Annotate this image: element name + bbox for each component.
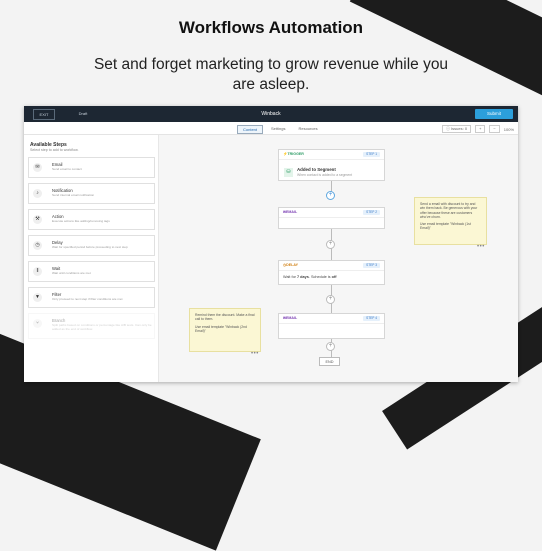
step-wait[interactable]: ‖ Wait Wait until conditions are met: [28, 261, 155, 282]
step-badge: STEP 2: [363, 210, 380, 215]
funnel-icon: ▼: [33, 293, 42, 302]
tab-content[interactable]: Content: [237, 125, 264, 134]
plus-icon: +: [479, 126, 482, 131]
add-step-button[interactable]: +: [326, 295, 335, 304]
step-desc: Split paths based on conditions or perce…: [52, 323, 152, 331]
tool-icon: ⚒: [33, 215, 42, 224]
zoom-level: 100%: [503, 126, 514, 132]
more-options-icon[interactable]: •••: [477, 244, 485, 250]
zoom-in-button[interactable]: +: [475, 125, 486, 133]
step-badge: STEP 4: [363, 316, 380, 321]
top-bar: EXIT Draft Winback Submit: [24, 106, 518, 122]
note-text: Remind them the discount. Make a final c…: [195, 313, 255, 322]
tab-resources[interactable]: Resources: [293, 125, 322, 134]
workflow-canvas[interactable]: ⚡TRIGGER STEP 1 ⛁ Added to Segment When …: [159, 135, 518, 382]
stopwatch-icon: ◷: [33, 241, 42, 250]
step-badge: STEP 3: [363, 263, 380, 268]
step-filter[interactable]: ▼ Filter Only proceed to next step if fi…: [28, 287, 155, 308]
delay-card[interactable]: ◷DELAY STEP 3 Wait for 7 days. Schedule …: [278, 260, 385, 285]
envelope-icon: ✉: [33, 163, 42, 172]
step-notification[interactable]: ♪ Notification Send internal email notif…: [28, 183, 155, 204]
branch-icon: ⑂: [33, 319, 42, 328]
step-desc: Send email to contact: [52, 167, 82, 171]
hero-subtitle: Set and forget marketing to grow revenue…: [93, 56, 449, 93]
tab-bar: Content Settings Resources ⓘ Issues: 0 +…: [24, 122, 518, 135]
zoom-out-button[interactable]: −: [489, 125, 500, 133]
more-options-icon[interactable]: •••: [251, 351, 259, 357]
minus-icon: −: [493, 126, 496, 131]
issues-button[interactable]: ⓘ Issues: 0: [441, 125, 472, 133]
submit-button[interactable]: Submit: [475, 109, 513, 119]
step-action[interactable]: ⚒ Action Execute actions like adding/rem…: [28, 209, 155, 230]
end-node: END: [319, 357, 340, 366]
canvas-tools: ⓘ Issues: 0 + − 100%: [441, 125, 514, 133]
add-step-button[interactable]: +: [326, 191, 335, 200]
hero-title: Workflows Automation: [178, 18, 364, 37]
note-text: Use email template "Winback (2nd Email)": [195, 324, 247, 333]
email-card-1[interactable]: ✉EMAIL STEP 2: [278, 207, 385, 229]
steps-sidebar: Available Steps Select step to add to wo…: [24, 135, 159, 382]
step-badge: STEP 1: [363, 152, 380, 157]
step-email[interactable]: ✉ Email Send email to contact: [28, 157, 155, 178]
issues-label: Issues: 0: [451, 126, 468, 131]
add-step-button[interactable]: +: [326, 342, 335, 351]
tab-settings[interactable]: Settings: [266, 125, 290, 134]
email-card-2[interactable]: ✉EMAIL STEP 4: [278, 313, 385, 339]
sticky-note[interactable]: Send a email with discount to try and wi…: [414, 197, 487, 245]
segment-icon: ⛁: [284, 168, 293, 177]
sidebar-subtitle: Select step to add to workflow.: [30, 148, 79, 152]
trigger-card[interactable]: ⚡TRIGGER STEP 1 ⛁ Added to Segment When …: [278, 149, 385, 181]
trigger-title: Added to Segment: [297, 167, 336, 172]
delay-label: ◷DELAY: [283, 263, 298, 267]
pause-icon: ‖: [33, 267, 42, 276]
add-step-button[interactable]: +: [326, 240, 335, 249]
delay-text: Wait for 7 days. Schedule is off: [283, 275, 337, 279]
step-delay[interactable]: ◷ Delay Wait for specified period before…: [28, 235, 155, 256]
note-text: Send a email with discount to try and wi…: [420, 202, 478, 219]
step-desc: Only proceed to next step if filter cond…: [52, 297, 123, 301]
app-window: EXIT Draft Winback Submit Content Settin…: [24, 106, 518, 382]
trigger-desc: When contact is added to a segment: [297, 173, 353, 177]
step-desc: Send internal email notification: [52, 193, 95, 197]
step-desc: Wait until conditions are met: [52, 271, 91, 275]
email-label: ✉EMAIL: [283, 316, 298, 320]
step-desc: Execute actions like adding/removing tag…: [52, 219, 110, 223]
note-text: Use email template "Winback (1st Email)": [420, 222, 471, 231]
tabs: Content Settings Resources: [237, 125, 323, 134]
bell-icon: ♪: [33, 189, 42, 198]
sticky-note[interactable]: Remind them the discount. Make a final c…: [189, 308, 261, 352]
workflow-title: Winback: [261, 111, 281, 117]
email-label: ✉EMAIL: [283, 210, 298, 214]
step-desc: Wait for specified period before proceed…: [52, 245, 128, 249]
step-branch: ⑂ Branch Split paths based on conditions…: [28, 313, 155, 339]
trigger-label: ⚡TRIGGER: [283, 152, 304, 156]
